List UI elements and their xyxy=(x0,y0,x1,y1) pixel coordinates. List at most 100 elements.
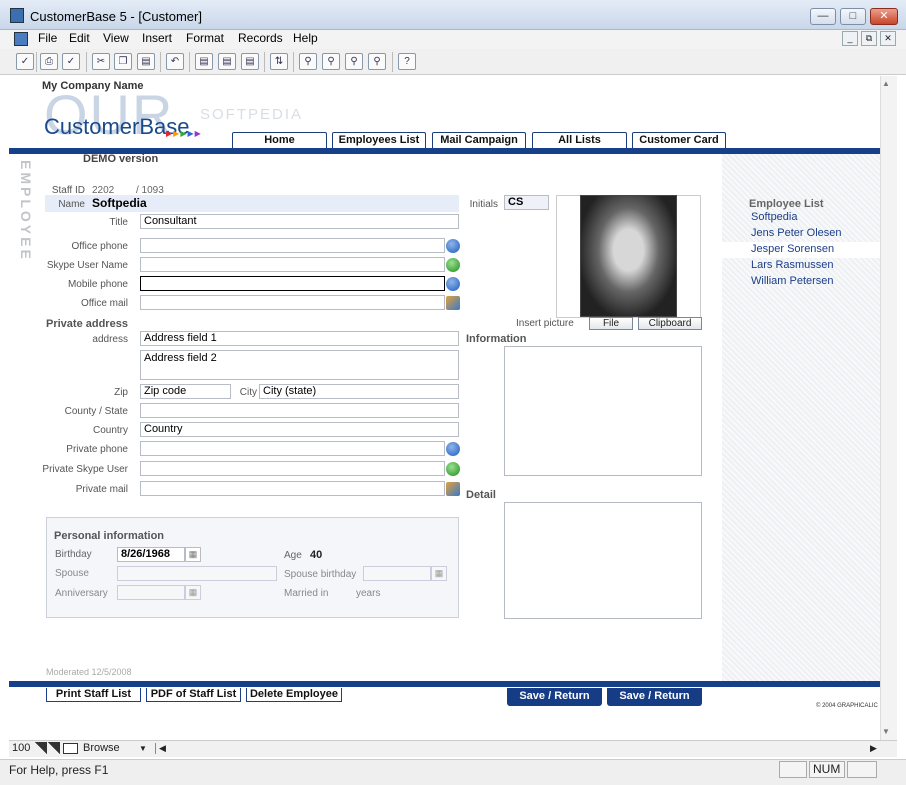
detail-field[interactable] xyxy=(504,502,702,619)
doc-minimize-icon[interactable]: _ xyxy=(842,31,858,46)
address-field-2[interactable]: Address field 2 xyxy=(140,350,459,380)
print-staff-list-button[interactable]: Print Staff List xyxy=(46,688,141,702)
maximize-icon[interactable]: □ xyxy=(840,8,866,25)
moderated-date: Moderated 12/5/2008 xyxy=(46,667,132,677)
spouse-field[interactable] xyxy=(117,566,277,581)
mode-select[interactable]: Browse xyxy=(83,742,120,754)
city-field[interactable]: City (state) xyxy=(259,384,459,399)
mode-dropdown-icon[interactable]: ▼ xyxy=(139,744,147,753)
spouse-birthday-calendar-icon[interactable]: ▦ xyxy=(431,566,447,581)
delete-record-icon[interactable]: ▤ xyxy=(241,53,259,70)
office-phone-label: Office phone xyxy=(71,241,128,252)
find-all-icon[interactable]: ⚲ xyxy=(322,53,340,70)
employee-list-item[interactable]: Jens Peter Olesen xyxy=(751,227,842,239)
scroll-down-icon[interactable]: ▼ xyxy=(882,727,890,736)
private-phone-field[interactable] xyxy=(140,441,445,456)
employee-list-item[interactable]: Lars Rasmussen xyxy=(751,259,834,271)
tab-all-lists[interactable]: All Lists xyxy=(532,132,627,148)
employee-list-item[interactable]: Jesper Sorensen xyxy=(751,243,834,255)
menu-format[interactable]: Format xyxy=(186,31,224,45)
zoom-level[interactable]: 100 xyxy=(12,742,30,754)
private-mail-field[interactable] xyxy=(140,481,445,496)
initials-field[interactable]: CS xyxy=(504,195,549,210)
tab-employees-list[interactable]: Employees List xyxy=(332,132,426,148)
information-field[interactable] xyxy=(504,346,702,476)
scroll-right-icon[interactable]: ▶ xyxy=(870,743,877,754)
office-phone-field[interactable] xyxy=(140,238,445,253)
menu-view[interactable]: View xyxy=(103,31,129,45)
sort-icon[interactable]: ⇅ xyxy=(270,53,288,70)
toolbar xyxy=(0,49,906,75)
married-label: Married in xyxy=(284,588,329,599)
new-record-icon[interactable]: ▤ xyxy=(195,53,213,70)
mobile-field[interactable] xyxy=(140,276,445,291)
phone-icon[interactable] xyxy=(446,239,460,253)
private-skype-field[interactable] xyxy=(140,461,445,476)
find-show-all-icon[interactable]: ⚲ xyxy=(368,53,386,70)
print-icon[interactable]: ⎙ xyxy=(40,53,58,70)
menu-file[interactable]: File xyxy=(38,31,57,45)
duplicate-record-icon[interactable]: ▤ xyxy=(218,53,236,70)
private-skype-icon[interactable] xyxy=(446,462,460,476)
employee-photo[interactable] xyxy=(580,195,677,317)
paste-icon[interactable]: ▤ xyxy=(137,53,155,70)
cut-icon[interactable]: ✂ xyxy=(92,53,110,70)
employee-list-item[interactable]: William Petersen xyxy=(751,275,834,287)
minimize-icon[interactable]: — xyxy=(810,8,836,25)
private-mail-icon[interactable] xyxy=(446,482,460,496)
find-icon[interactable]: ⚲ xyxy=(299,53,317,70)
address-field-1[interactable]: Address field 1 xyxy=(140,331,459,346)
name-field[interactable]: Softpedia xyxy=(92,196,459,212)
menu-edit[interactable]: Edit xyxy=(69,31,90,45)
spouse-birthday-label: Spouse birthday xyxy=(284,569,357,580)
skype-field[interactable] xyxy=(140,257,445,272)
clipboard-button[interactable]: Clipboard xyxy=(638,317,702,330)
save-return-button-2[interactable]: Save / Return xyxy=(607,688,702,706)
private-phone-icon[interactable] xyxy=(446,442,460,456)
status-bar xyxy=(0,759,906,785)
zip-field[interactable]: Zip code xyxy=(140,384,231,399)
office-mail-field[interactable] xyxy=(140,295,445,310)
spellcheck-icon[interactable]: ✓ xyxy=(62,53,80,70)
app-icon[interactable] xyxy=(10,8,24,23)
file-button[interactable]: File xyxy=(589,317,633,330)
scroll-left-icon[interactable]: ◀ xyxy=(155,743,166,754)
menu-records[interactable]: Records xyxy=(238,31,283,45)
tab-mail-campaign[interactable]: Mail Campaign xyxy=(432,132,526,148)
help-icon[interactable]: ? xyxy=(398,53,416,70)
menu-insert[interactable]: Insert xyxy=(142,31,172,45)
copy-icon[interactable]: ❐ xyxy=(114,53,132,70)
county-field[interactable] xyxy=(140,403,459,418)
status-area-icon[interactable] xyxy=(63,743,78,754)
scroll-up-icon[interactable]: ▲ xyxy=(882,79,890,88)
anniversary-field[interactable] xyxy=(117,585,185,600)
vertical-scrollbar[interactable] xyxy=(880,76,897,740)
doc-restore-icon[interactable]: ⧉ xyxy=(861,31,877,46)
birthday-field[interactable]: 8/26/1968 xyxy=(117,547,185,562)
menu-help[interactable]: Help xyxy=(293,31,318,45)
tab-home[interactable]: Home xyxy=(232,132,327,148)
document-icon[interactable] xyxy=(14,32,28,46)
accept-icon[interactable]: ✓ xyxy=(16,53,34,70)
zip-label: Zip xyxy=(114,387,128,398)
doc-close-icon[interactable]: ✕ xyxy=(880,31,896,46)
skype-icon[interactable] xyxy=(446,258,460,272)
pdf-staff-list-button[interactable]: PDF of Staff List xyxy=(146,688,241,702)
mail-icon[interactable] xyxy=(446,296,460,310)
close-icon[interactable]: ✕ xyxy=(870,8,898,25)
zoom-out-icon[interactable] xyxy=(35,742,47,754)
delete-employee-button[interactable]: Delete Employee xyxy=(246,688,342,702)
birthday-calendar-icon[interactable]: ▦ xyxy=(185,547,201,562)
undo-icon[interactable]: ↶ xyxy=(166,53,184,70)
tab-customer-card[interactable]: Customer Card xyxy=(632,132,726,148)
employee-list-item[interactable]: Softpedia xyxy=(751,211,797,223)
country-field[interactable]: Country xyxy=(140,422,459,437)
title-field[interactable]: Consultant xyxy=(140,214,459,229)
anniversary-calendar-icon[interactable]: ▦ xyxy=(185,585,201,600)
find-omit-icon[interactable]: ⚲ xyxy=(345,53,363,70)
toolbar-separator xyxy=(293,52,294,72)
spouse-birthday-field[interactable] xyxy=(363,566,431,581)
save-return-button[interactable]: Save / Return xyxy=(507,688,602,706)
mobile-phone-icon[interactable] xyxy=(446,277,460,291)
zoom-in-icon[interactable] xyxy=(48,742,60,754)
